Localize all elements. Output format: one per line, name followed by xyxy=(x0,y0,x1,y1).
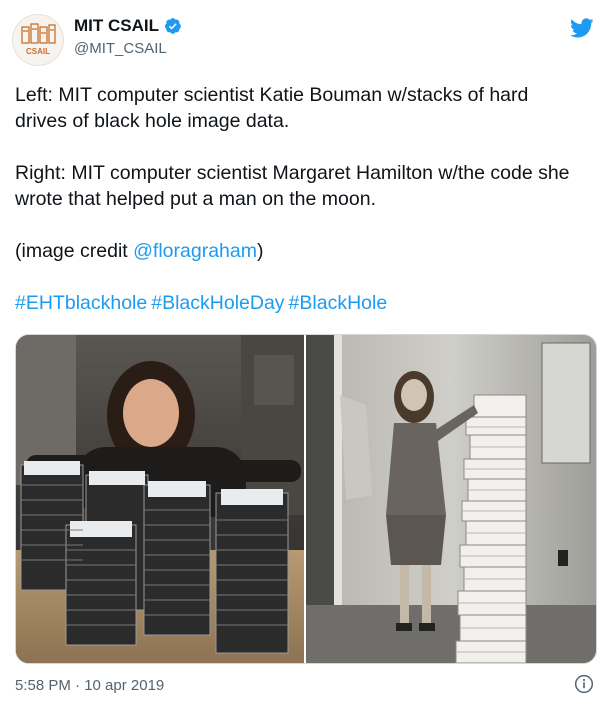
tweet-paragraph-right: Right: MIT computer scientist Margaret H… xyxy=(15,162,570,210)
photo-margaret-hamilton[interactable] xyxy=(306,335,596,663)
author-name-row[interactable]: MIT CSAIL xyxy=(74,16,182,36)
tweet-media xyxy=(15,334,597,664)
tweet-timestamp[interactable]: 5:58 PM · 10 apr 2019 xyxy=(15,677,164,694)
tweet-text: Left: MIT computer scientist Katie Bouma… xyxy=(15,82,585,316)
info-icon[interactable] xyxy=(574,674,594,694)
hashtag-link[interactable]: #BlackHole xyxy=(289,292,388,314)
author-handle[interactable]: @MIT_CSAIL xyxy=(74,40,167,57)
display-name[interactable]: MIT CSAIL xyxy=(74,16,159,36)
twitter-bird-icon[interactable] xyxy=(570,16,594,40)
tweet-paragraph-left: Left: MIT computer scientist Katie Bouma… xyxy=(15,84,529,132)
hashtag-line: #EHTblackhole #BlackHoleDay #BlackHole xyxy=(15,290,585,316)
image-credit-line: (image credit @floragraham) xyxy=(15,238,585,264)
avatar-text: CSAIL xyxy=(26,47,50,56)
tweet-card: CSAIL MIT CSAIL @MIT_CSAIL Left: MIT com… xyxy=(0,0,612,704)
hashtag-link[interactable]: #EHTblackhole xyxy=(15,292,147,314)
credit-prefix: (image credit xyxy=(15,240,134,262)
credit-mention-link[interactable]: @floragraham xyxy=(133,240,257,262)
csail-logo: CSAIL xyxy=(21,23,56,56)
photo-katie-bouman[interactable] xyxy=(16,335,304,663)
hashtag-link[interactable]: #BlackHoleDay xyxy=(151,292,284,314)
verified-badge-icon xyxy=(164,18,181,34)
credit-suffix: ) xyxy=(256,240,264,262)
avatar[interactable]: CSAIL xyxy=(12,14,64,66)
